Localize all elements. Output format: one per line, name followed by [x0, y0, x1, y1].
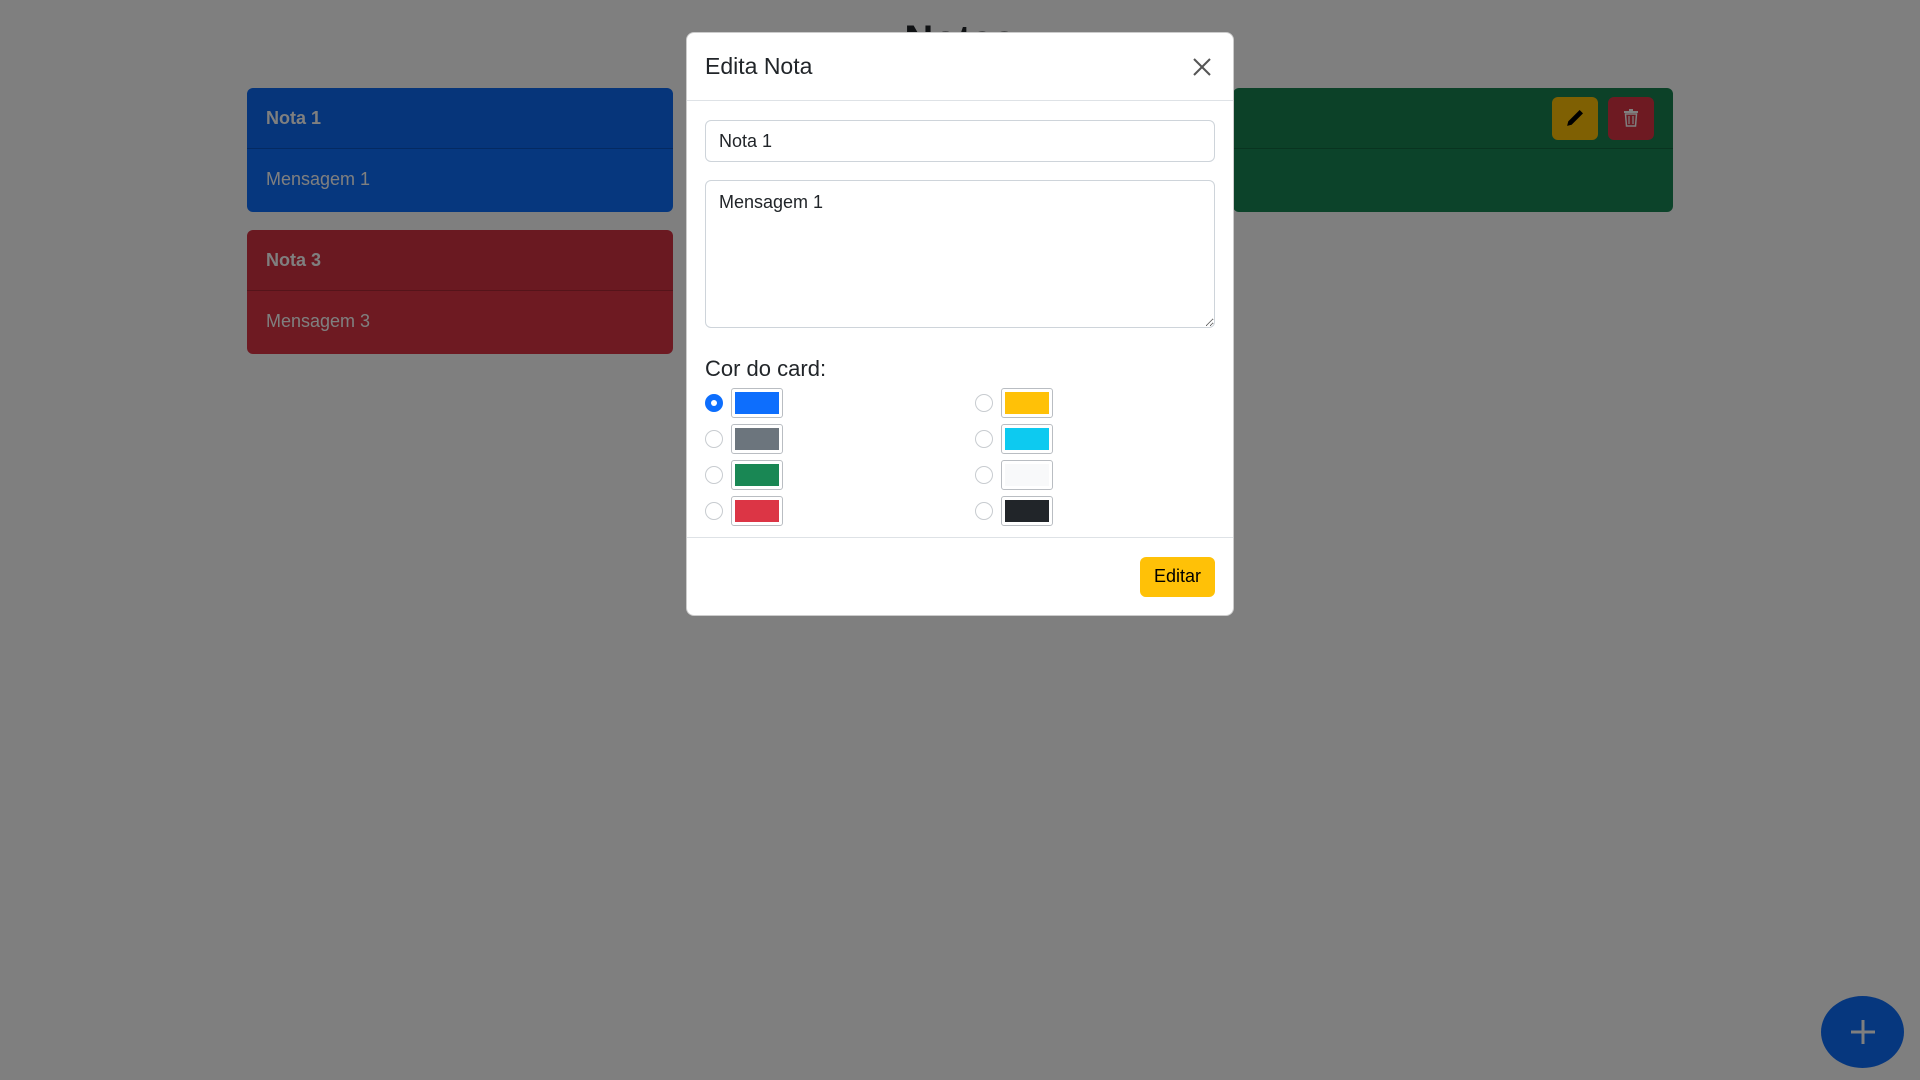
color-option-blue[interactable]: [705, 388, 975, 418]
color-radio[interactable]: [705, 430, 723, 448]
color-option-green[interactable]: [705, 460, 975, 490]
color-option-yellow[interactable]: [975, 388, 1175, 418]
color-swatch[interactable]: [1001, 424, 1053, 454]
modal-title: Edita Nota: [705, 53, 813, 79]
color-radio[interactable]: [975, 502, 993, 520]
color-label: Cor do card:: [705, 356, 827, 381]
modal-header: Edita Nota: [687, 33, 1233, 101]
color-option-cyan[interactable]: [975, 424, 1175, 454]
color-radio[interactable]: [975, 466, 993, 484]
edit-note-modal: Edita Nota Mensagem 1 Cor do card:: [686, 32, 1234, 616]
color-radio[interactable]: [975, 394, 993, 412]
color-radio[interactable]: [975, 430, 993, 448]
color-swatch[interactable]: [1001, 388, 1053, 418]
color-options: [705, 388, 1215, 526]
note-message-textarea[interactable]: Mensagem 1: [705, 180, 1215, 328]
edit-submit-button[interactable]: Editar: [1139, 556, 1215, 597]
modal-body: Mensagem 1 Cor do card:: [687, 101, 1233, 526]
color-option-dark[interactable]: [975, 496, 1175, 526]
color-option-light[interactable]: [975, 460, 1175, 490]
color-option-gray[interactable]: [705, 424, 975, 454]
color-swatch[interactable]: [1001, 496, 1053, 526]
close-icon: [1193, 57, 1211, 76]
color-swatch[interactable]: [731, 496, 783, 526]
modal-footer: Editar: [687, 537, 1233, 615]
note-title-input[interactable]: [705, 120, 1215, 162]
color-swatch[interactable]: [731, 424, 783, 454]
color-radio[interactable]: [705, 502, 723, 520]
color-option-red[interactable]: [705, 496, 975, 526]
color-swatch[interactable]: [731, 460, 783, 490]
color-radio[interactable]: [705, 394, 723, 412]
color-swatch[interactable]: [1001, 460, 1053, 490]
color-swatch[interactable]: [731, 388, 783, 418]
close-button[interactable]: [1189, 54, 1215, 80]
color-radio[interactable]: [705, 466, 723, 484]
